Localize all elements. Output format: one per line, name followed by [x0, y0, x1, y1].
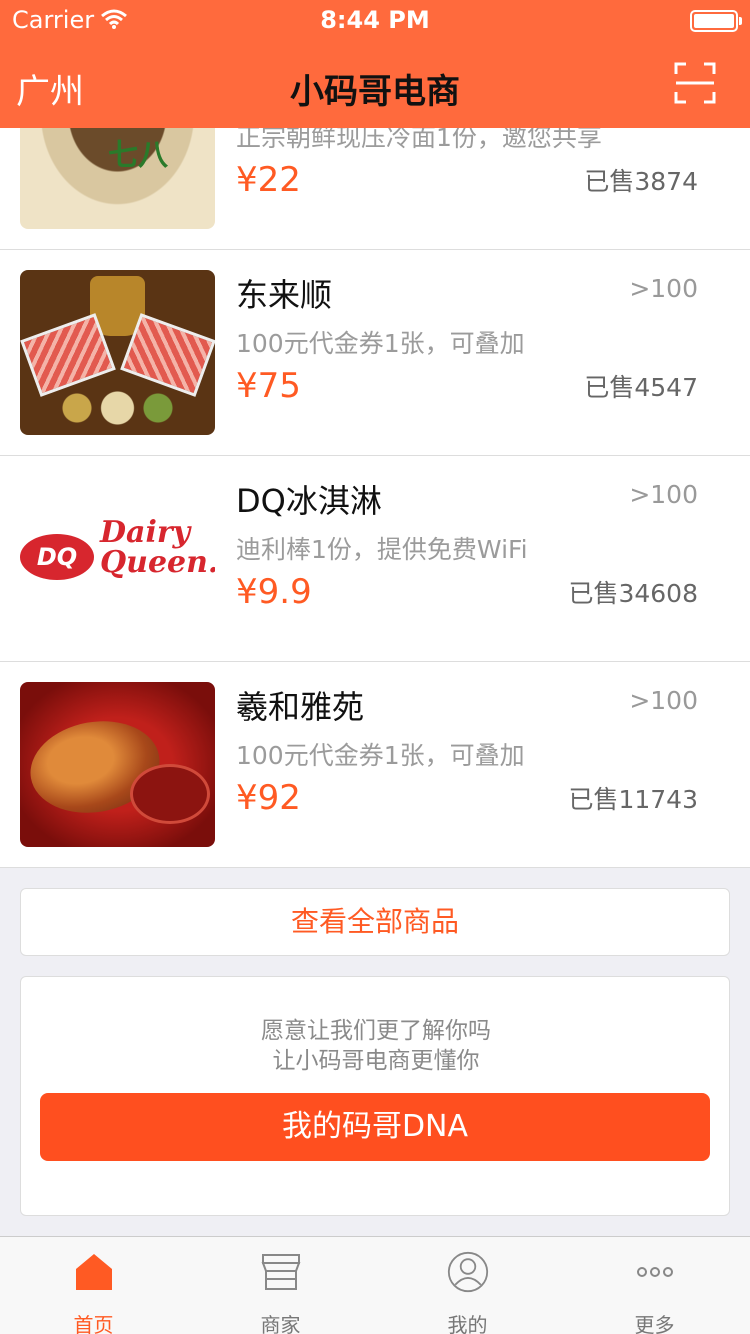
product-price: ¥92	[236, 778, 301, 818]
product-price: ¥75	[236, 366, 301, 406]
product-thumbnail: DQ Dairy Queen.	[20, 476, 215, 641]
tab-more[interactable]: 更多	[561, 1237, 748, 1334]
food-box-shape	[130, 764, 210, 824]
nav-header: 广州 小码哥电商	[0, 40, 750, 128]
dna-card: 愿意让我们更了解你吗 让小码哥电商更懂你 我的码哥DNA	[20, 976, 730, 1216]
product-sold-count: 已售11743	[568, 785, 698, 814]
dq-brand-line: Dairy	[100, 515, 191, 550]
dna-prompt-text: 愿意让我们更了解你吗	[261, 1018, 491, 1044]
dq-brand-line: Queen.	[100, 545, 215, 580]
app-screen: 七八 正宗朝鲜现压冷面1份，邀您共享 ¥22 已售3874 东来顺 >100 1…	[0, 0, 750, 1334]
clock: 8:44 PM	[320, 6, 430, 34]
tab-bar: 首页 商家 我的 更多	[0, 1236, 750, 1334]
tab-label: 我的	[447, 1313, 488, 1334]
status-bar: Carrier 8:44 PM	[0, 0, 750, 40]
product-item[interactable]: 东来顺 >100 100元代金券1张，可叠加 ¥75 已售4547	[0, 250, 750, 456]
dna-prompt-text: 让小码哥电商更懂你	[272, 1048, 480, 1074]
product-description: 100元代金券1张，可叠加	[236, 741, 525, 770]
tab-profile[interactable]: 我的	[374, 1237, 561, 1334]
product-name: 东来顺	[236, 276, 333, 314]
navigation-bar: Carrier 8:44 PM 广州 小码哥电商	[0, 0, 750, 128]
product-item[interactable]: DQ Dairy Queen. DQ冰淇淋 >100 迪利棒1份，提供免费WiF…	[0, 456, 750, 662]
product-price: ¥9.9	[236, 572, 312, 612]
product-distance: >100	[629, 686, 698, 715]
more-icon	[637, 1267, 673, 1277]
product-sold-count: 已售3874	[584, 167, 698, 196]
tab-label: 更多	[634, 1313, 675, 1334]
product-name: DQ冰淇淋	[236, 482, 382, 520]
product-sold-count: 已售34608	[568, 579, 698, 608]
page-title: 小码哥电商	[290, 72, 460, 112]
dq-brand-text: Dairy Queen.	[100, 518, 215, 578]
thumbnail-logo: 七八	[108, 138, 168, 173]
store-icon	[261, 1254, 301, 1290]
product-name: 羲和雅苑	[236, 688, 365, 726]
product-item[interactable]: 羲和雅苑 >100 100元代金券1张，可叠加 ¥92 已售11743	[0, 662, 750, 868]
product-description: 迪利棒1份，提供免费WiFi	[236, 535, 528, 564]
product-price: ¥22	[236, 160, 301, 200]
bowls-shape	[50, 388, 185, 428]
battery-icon	[690, 10, 742, 32]
tab-merchants[interactable]: 商家	[187, 1237, 374, 1334]
tab-label: 商家	[260, 1313, 301, 1334]
home-icon	[76, 1254, 112, 1290]
tab-home[interactable]: 首页	[0, 1237, 187, 1334]
view-all-products-button[interactable]: 查看全部商品	[20, 888, 730, 956]
product-sold-count: 已售4547	[584, 373, 698, 402]
product-thumbnail	[20, 682, 215, 847]
product-description: 100元代金券1张，可叠加	[236, 329, 525, 358]
scan-icon[interactable]	[674, 62, 716, 104]
product-thumbnail	[20, 270, 215, 435]
dq-logo-icon: DQ	[20, 534, 94, 580]
profile-icon	[447, 1251, 489, 1293]
my-dna-button[interactable]: 我的码哥DNA	[40, 1093, 710, 1161]
product-distance: >100	[629, 480, 698, 509]
tab-label: 首页	[73, 1313, 114, 1334]
product-distance: >100	[629, 274, 698, 303]
